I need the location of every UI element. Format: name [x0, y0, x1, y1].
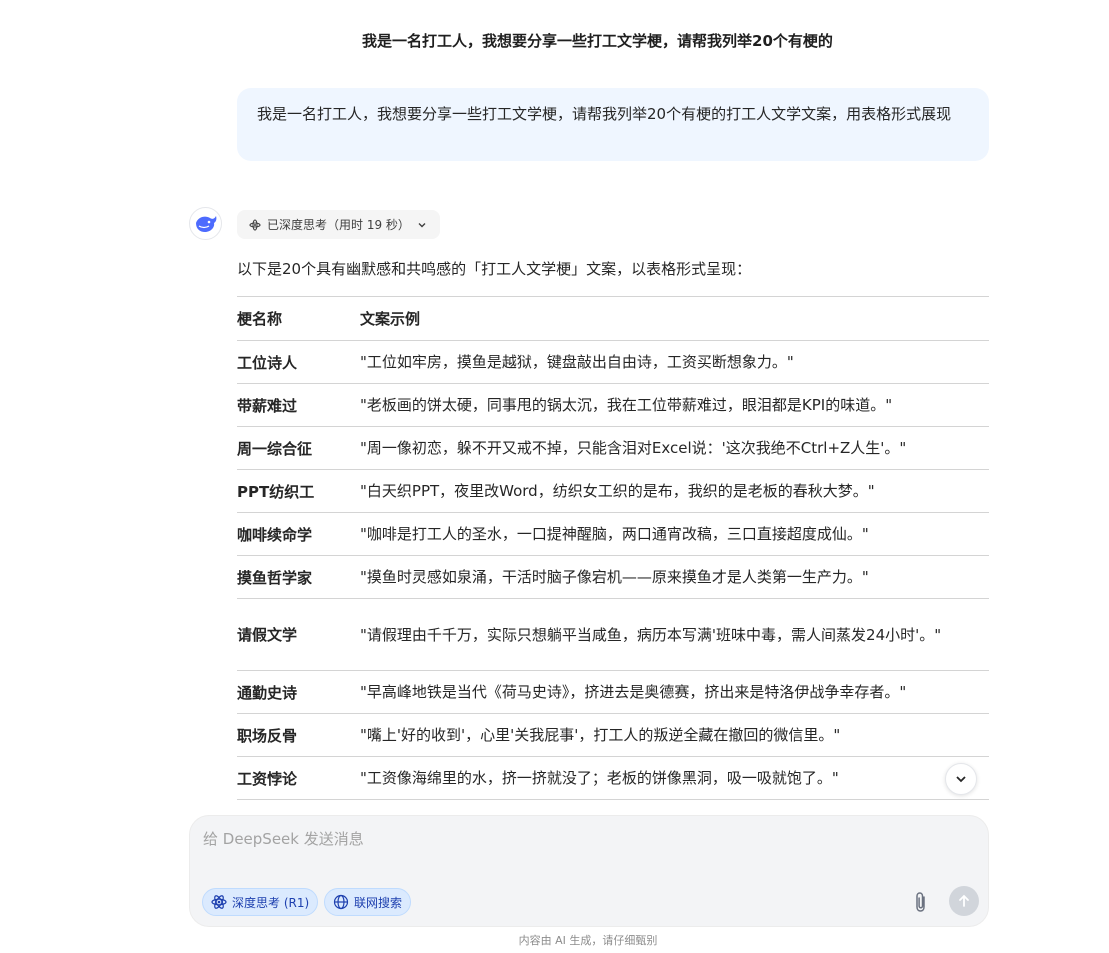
thinking-toggle-button[interactable]: 已深度思考（用时 19 秒）	[237, 210, 440, 239]
assistant-intro-text: 以下是20个具有幽默感和共鸣感的「打工人文学梗」文案，以表格形式呈现：	[237, 260, 752, 278]
deep-think-toggle-button[interactable]: 深度思考 (R1)	[202, 888, 319, 916]
meme-name-cell: 咖啡续命学	[237, 512, 360, 556]
meme-text-cell: "摸鱼时灵感如泉涌，干活时脑子像宕机——原来摸鱼才是人类第一生产力。"	[360, 555, 989, 599]
table-row: 摸鱼哲学家 "摸鱼时灵感如泉涌，干活时脑子像宕机——原来摸鱼才是人类第一生产力。…	[237, 555, 989, 599]
meme-name-cell: PPT纺织工	[237, 469, 360, 513]
chevron-down-icon	[416, 219, 428, 231]
meme-name-cell: 周一综合征	[237, 426, 360, 470]
table-row: 工资悖论 "工资像海绵里的水，挤一挤就没了；老板的饼像黑洞，吸一吸就饱了。"	[237, 756, 989, 800]
atom-icon	[211, 894, 227, 910]
globe-icon	[333, 894, 349, 910]
meme-text-cell: "周一像初恋，躲不开又戒不掉，只能含泪对Excel说：'这次我绝不Ctrl+Z人…	[360, 426, 989, 470]
meme-table-container[interactable]: 梗名称 文案示例 工位诗人 "工位如牢房，摸鱼是越狱，键盘敲出自由诗，工资买断想…	[237, 296, 989, 804]
web-search-toggle-button[interactable]: 联网搜索	[324, 888, 412, 916]
meme-name-cell: 带薪难过	[237, 383, 360, 427]
attach-file-button[interactable]	[908, 889, 934, 915]
deep-think-label: 深度思考 (R1)	[232, 895, 310, 910]
meme-text-cell: "白天织PPT，夜里改Word，纺织女工织的是布，我织的是老板的春秋大梦。"	[360, 469, 989, 513]
assistant-avatar	[189, 207, 222, 240]
table-row: 请假文学 "请假理由千千万，实际只想躺平当咸鱼，病历本写满'班味中毒，需人间蒸发…	[237, 598, 989, 671]
meme-name-cell: 工位诗人	[237, 340, 360, 384]
meme-text-cell: "早高峰地铁是当代《荷马史诗》，挤进去是奥德赛，挤出来是特洛伊战争幸存者。"	[360, 670, 989, 714]
ai-disclaimer: 内容由 AI 生成，请仔细甄别	[518, 934, 658, 947]
meme-name-cell: 摸鱼哲学家	[237, 555, 360, 599]
deep-think-icon	[249, 218, 261, 231]
meme-text-cell: "工位如牢房，摸鱼是越狱，键盘敲出自由诗，工资买断想象力。"	[360, 340, 989, 384]
message-input[interactable]	[203, 828, 973, 868]
meme-text-cell: "老板画的饼太硬，同事甩的锅太沉，我在工位带薪难过，眼泪都是KPI的味道。"	[360, 383, 989, 427]
chat-title: 我是一名打工人，我想要分享一些打工文学梗，请帮我列举20个有梗的	[362, 32, 833, 50]
message-composer: 深度思考 (R1) 联网搜索	[189, 815, 989, 927]
chevron-down-icon	[954, 772, 968, 786]
send-button[interactable]	[949, 886, 979, 916]
meme-name-cell: 工资悖论	[237, 756, 360, 800]
table-row: PPT纺织工 "白天织PPT，夜里改Word，纺织女工织的是布，我织的是老板的春…	[237, 469, 989, 513]
deepseek-whale-icon	[194, 214, 218, 234]
table-row: 职场反骨 "嘴上'好的收到'，心里'关我屁事'，打工人的叛逆全藏在撤回的微信里。…	[237, 713, 989, 757]
meme-text-cell: "嘴上'好的收到'，心里'关我屁事'，打工人的叛逆全藏在撤回的微信里。"	[360, 713, 989, 757]
meme-name-cell: 请假文学	[237, 598, 360, 671]
table-row: 周一综合征 "周一像初恋，躲不开又戒不掉，只能含泪对Excel说：'这次我绝不C…	[237, 426, 989, 470]
meme-name-cell: 通勤史诗	[237, 670, 360, 714]
column-header-name: 梗名称	[237, 296, 360, 341]
table-header-row: 梗名称 文案示例	[237, 296, 989, 341]
meme-text-cell: "工资像海绵里的水，挤一挤就没了；老板的饼像黑洞，吸一吸就饱了。"	[360, 756, 989, 800]
web-search-label: 联网搜索	[354, 895, 403, 910]
scroll-to-bottom-button[interactable]	[945, 763, 977, 795]
arrow-up-icon	[957, 894, 971, 908]
table-row: 带薪难过 "老板画的饼太硬，同事甩的锅太沉，我在工位带薪难过，眼泪都是KPI的味…	[237, 383, 989, 427]
meme-text-cell: "咖啡是打工人的圣水，一口提神醒脑，两口通宵改稿，三口直接超度成仙。"	[360, 512, 989, 556]
paperclip-icon	[911, 891, 931, 913]
meme-text-cell: "请假理由千千万，实际只想躺平当咸鱼，病历本写满'班味中毒，需人间蒸发24小时'…	[360, 598, 989, 671]
user-message-bubble: 我是一名打工人，我想要分享一些打工文学梗，请帮我列举20个有梗的打工人文学文案，…	[237, 88, 989, 161]
table-row: 通勤史诗 "早高峰地铁是当代《荷马史诗》，挤进去是奥德赛，挤出来是特洛伊战争幸存…	[237, 670, 989, 714]
meme-table: 梗名称 文案示例 工位诗人 "工位如牢房，摸鱼是越狱，键盘敲出自由诗，工资买断想…	[237, 296, 989, 800]
meme-name-cell: 职场反骨	[237, 713, 360, 757]
thinking-toggle-label: 已深度思考（用时 19 秒）	[267, 218, 410, 232]
table-row: 咖啡续命学 "咖啡是打工人的圣水，一口提神醒脑，两口通宵改稿，三口直接超度成仙。…	[237, 512, 989, 556]
column-header-text: 文案示例	[360, 296, 989, 341]
table-row: 工位诗人 "工位如牢房，摸鱼是越狱，键盘敲出自由诗，工资买断想象力。"	[237, 340, 989, 384]
